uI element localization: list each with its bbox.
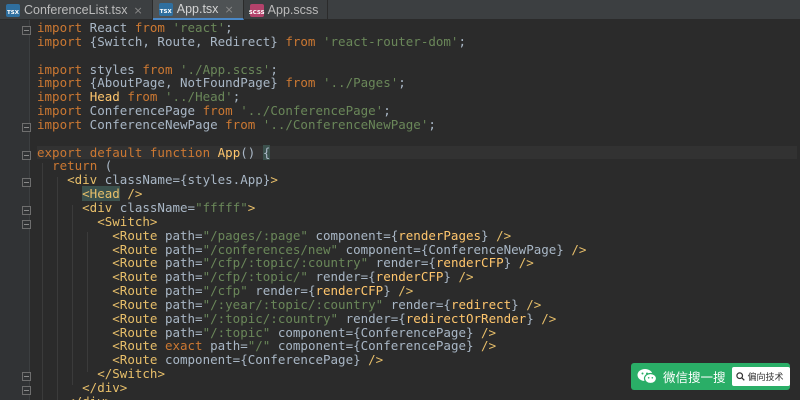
wechat-search-badge: 微信搜一搜 偏向技术	[631, 363, 790, 390]
close-icon[interactable]: ×	[224, 3, 233, 16]
close-icon[interactable]: ×	[134, 4, 143, 17]
wechat-search-text: 偏向技术	[747, 373, 784, 383]
fold-marker-icon[interactable]	[22, 151, 31, 160]
editor-tab-bar: TSX ConferenceList.tsx × TSX App.tsx × S…	[0, 0, 800, 20]
search-icon	[735, 372, 745, 381]
code-line[interactable]: <Route path="/cfp" render={renderCFP} />	[37, 284, 797, 298]
code-line[interactable]: <div className={styles.App}>	[37, 173, 797, 187]
tab-label: App.scss	[267, 3, 319, 17]
scss-file-icon: SCSS	[248, 3, 265, 17]
code-line[interactable]: export default function App() {	[37, 144, 797, 160]
tab-app-scss[interactable]: SCSS App.scss	[244, 0, 329, 20]
code-line[interactable]	[37, 132, 797, 146]
wechat-icon	[637, 368, 658, 385]
wechat-search-label: 微信搜一搜	[663, 370, 726, 385]
code-line[interactable]	[37, 49, 797, 63]
code-line[interactable]: import {AboutPage, NotFoundPage} from '.…	[37, 76, 797, 90]
file-badge: TSX	[159, 8, 172, 15]
code-line[interactable]: import ConferencePage from '../Conferenc…	[37, 104, 797, 118]
code-text[interactable]: import React from 'react'; import {Switch…	[37, 21, 797, 400]
tsx-file-icon: TSX	[6, 3, 20, 17]
code-line[interactable]: <Head />	[37, 186, 797, 202]
code-line[interactable]: import Head from '../Head';	[37, 90, 797, 104]
fold-marker-icon[interactable]	[22, 206, 31, 215]
tab-label: App.tsx	[176, 2, 219, 16]
wechat-search-box: 偏向技术	[731, 367, 790, 386]
code-line[interactable]: <Route path="/cfp/:topic/" render={rende…	[37, 270, 797, 284]
code-editor[interactable]: import React from 'react'; import {Switch…	[0, 20, 800, 400]
fold-marker-icon[interactable]	[22, 386, 31, 395]
tab-conference-list[interactable]: TSX ConferenceList.tsx ×	[0, 0, 153, 20]
tsx-file-icon: TSX	[158, 2, 173, 16]
code-line[interactable]: <div className="fffff">	[37, 201, 797, 215]
code-line[interactable]: import ConferenceNewPage from '../Confer…	[37, 117, 797, 132]
fold-marker-icon[interactable]	[22, 123, 31, 132]
editor-gutter[interactable]	[0, 20, 31, 400]
tab-label: ConferenceList.tsx	[24, 3, 128, 17]
code-line[interactable]: import {Switch, Route, Redirect} from 'r…	[37, 34, 797, 49]
code-line[interactable]: <Switch>	[37, 214, 797, 229]
code-line[interactable]: </div>	[37, 394, 797, 400]
code-line[interactable]: <Route path="/conferences/new" component…	[37, 242, 797, 257]
code-line[interactable]: <Route path="/:topic/:country" render={r…	[37, 311, 797, 326]
code-line[interactable]: <Route path="/:year/:topic/:country" ren…	[37, 297, 797, 312]
fold-marker-icon[interactable]	[22, 178, 31, 187]
code-line[interactable]: <Route path="/pages/:page" component={re…	[37, 228, 797, 243]
fold-marker-icon[interactable]	[22, 26, 31, 35]
tab-app-tsx[interactable]: TSX App.tsx ×	[152, 0, 244, 20]
code-line[interactable]: <Route exact path="/" component={Confere…	[37, 339, 797, 353]
file-badge: TSX	[7, 9, 19, 16]
code-line[interactable]: import React from 'react';	[37, 21, 797, 35]
code-line[interactable]: import styles from './App.scss';	[37, 62, 797, 77]
code-line[interactable]: <Route path="/cfp/:topic/:country" rende…	[37, 256, 797, 270]
code-line[interactable]: <Route path="/:topic" component={Confere…	[37, 325, 797, 340]
fold-marker-icon[interactable]	[22, 220, 31, 229]
code-line[interactable]: return (	[37, 159, 797, 173]
fold-marker-icon[interactable]	[22, 372, 31, 381]
file-badge: SCSS	[248, 9, 265, 16]
